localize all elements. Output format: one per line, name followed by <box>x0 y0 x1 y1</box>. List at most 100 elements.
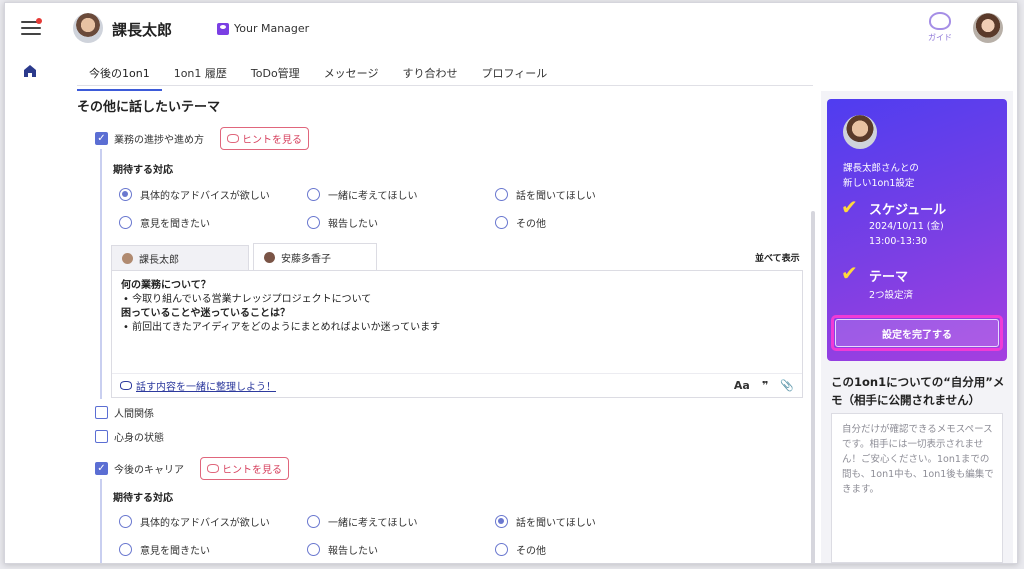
schedule-info: 2024/10/11 (金) 13:00-13:30 <box>869 219 944 249</box>
theme-label: 今後のキャリア <box>114 465 184 476</box>
tab-upcoming-1on1[interactable]: 今後の1on1 <box>77 63 162 91</box>
profile-avatar[interactable] <box>973 13 1003 43</box>
radio-button[interactable] <box>495 216 508 229</box>
theme-status: 2つ設定済 <box>869 290 914 301</box>
radio-button[interactable] <box>495 543 508 556</box>
card-subtitle-line: 課長太郎さんとの <box>843 163 919 174</box>
radio-report[interactable]: 報告したい <box>307 215 378 230</box>
radio-opinion[interactable]: 意見を聞きたい <box>119 215 210 230</box>
radio-label: 一緒に考えてほしい <box>328 191 418 202</box>
radio-label: 意見を聞きたい <box>140 219 210 230</box>
checkbox-career[interactable] <box>95 462 108 475</box>
manager-badge-label: Your Manager <box>234 22 310 35</box>
theme-title: テーマ <box>869 270 909 285</box>
radio-button[interactable] <box>307 188 320 201</box>
organize-link[interactable]: 話す内容を一緒に整理しよう！ <box>120 378 276 393</box>
radio-button[interactable] <box>307 543 320 556</box>
avatar <box>73 13 103 43</box>
radio-button[interactable] <box>119 543 132 556</box>
schedule-date: 2024/10/11 (金) <box>869 221 944 232</box>
pig-icon <box>207 464 219 473</box>
radio-button[interactable] <box>119 216 132 229</box>
radio-button[interactable] <box>119 515 132 528</box>
tab-messages[interactable]: メッセージ <box>312 63 391 91</box>
attachment-icon[interactable]: 📎 <box>780 379 794 392</box>
radio-other[interactable]: その他 <box>495 542 546 557</box>
expected-response-label: 期待する対応 <box>113 493 173 504</box>
note-line: 何の業務について？ <box>121 280 211 291</box>
memo-textarea[interactable]: 自分だけが確認できるメモスペースです。相手には一切表示されません！ご安心ください… <box>831 413 1003 563</box>
radio-advice[interactable]: 具体的なアドバイスが欲しい <box>119 514 270 529</box>
card-subtitle-line: 新しい1on1設定 <box>843 178 915 189</box>
main-content: その他に話したいテーマ 業務の進捗や進め方 ヒントを見る 期待する対応 具体的な… <box>77 91 813 563</box>
checkbox-wellbeing[interactable] <box>95 430 108 443</box>
complete-settings-button[interactable]: 設定を完了する <box>835 319 999 347</box>
radio-advice[interactable]: 具体的なアドバイスが欲しい <box>119 187 270 202</box>
theme-item-work-progress[interactable]: 業務の進捗や進め方 ヒントを見る <box>95 127 309 150</box>
radio-report[interactable]: 報告したい <box>307 542 378 557</box>
check-icon: ✔ <box>841 195 858 219</box>
tab-divider <box>77 85 813 86</box>
schedule-card: 課長太郎さんとの 新しい1on1設定 ✔ スケジュール 2024/10/11 (… <box>827 99 1007 361</box>
tab-1on1-history[interactable]: 1on1 履歴 <box>162 63 239 91</box>
radio-button[interactable] <box>495 188 508 201</box>
note-tab-label: 課長太郎 <box>139 255 179 266</box>
radio-label: 話を聞いてほしい <box>516 518 596 529</box>
home-icon[interactable] <box>22 63 38 79</box>
note-tab-manager[interactable]: 課長太郎 <box>111 245 249 271</box>
radio-label: 報告したい <box>328 219 378 230</box>
check-icon: ✔ <box>841 261 858 285</box>
theme-indent-line <box>100 149 102 399</box>
quote-icon[interactable]: ❞ <box>762 379 768 392</box>
checkbox-relationships[interactable] <box>95 406 108 419</box>
theme-label: 心身の状態 <box>114 433 164 444</box>
side-by-side-toggle[interactable]: 並べて表示 <box>755 251 800 264</box>
main-scrollbar[interactable] <box>811 211 815 563</box>
tab-bar: 今後の1on1 1on1 履歴 ToDo管理 メッセージ すり合わせ プロフィー… <box>77 63 559 91</box>
guide-button[interactable]: ガイド <box>925 12 955 43</box>
schedule-title: スケジュール <box>869 203 947 218</box>
tab-profile[interactable]: プロフィール <box>469 63 559 91</box>
radio-button[interactable] <box>495 515 508 528</box>
radio-label: 具体的なアドバイスが欲しい <box>140 191 270 202</box>
theme-indent-line <box>100 479 102 563</box>
format-icons: Aa ❞ 📎 <box>734 379 794 392</box>
radio-label: 報告したい <box>328 546 378 557</box>
pig-icon <box>120 381 132 390</box>
note-line: • 前回出てきたアイディアをどのようにまとめればよいか迷っています <box>123 322 441 333</box>
app-window: 課長太郎 Your Manager ガイド 今後の1on1 1on1 履歴 To… <box>4 2 1018 564</box>
guide-label: ガイド <box>928 33 952 42</box>
radio-button[interactable] <box>307 216 320 229</box>
note-tab-member[interactable]: 安藤多香子 <box>253 243 377 271</box>
hint-label: ヒントを見る <box>242 135 302 146</box>
theme-item-relationships[interactable]: 人間関係 <box>95 405 154 420</box>
radio-other[interactable]: その他 <box>495 215 546 230</box>
tab-alignment[interactable]: すり合わせ <box>390 63 469 91</box>
radio-think-together[interactable]: 一緒に考えてほしい <box>307 187 418 202</box>
radio-button[interactable] <box>119 188 132 201</box>
note-toolbar: 話す内容を一緒に整理しよう！ Aa ❞ 📎 <box>112 373 802 397</box>
expected-response-label: 期待する対応 <box>113 165 173 176</box>
radio-label: その他 <box>516 219 546 230</box>
text-format-icon[interactable]: Aa <box>734 379 750 392</box>
note-line: • 今取り組んでいる営業ナレッジプロジェクトについて <box>123 294 372 305</box>
theme-item-career[interactable]: 今後のキャリア ヒントを見る <box>95 457 289 480</box>
checkbox-work-progress[interactable] <box>95 132 108 145</box>
avatar <box>264 251 275 263</box>
radio-listen[interactable]: 話を聞いてほしい <box>495 514 596 529</box>
radio-label: 意見を聞きたい <box>140 546 210 557</box>
pig-icon <box>227 134 239 143</box>
hint-button[interactable]: ヒントを見る <box>220 127 309 150</box>
radio-think-together[interactable]: 一緒に考えてほしい <box>307 514 418 529</box>
note-content[interactable]: 何の業務について？ • 今取り組んでいる営業ナレッジプロジェクトについて 困って… <box>121 279 791 335</box>
radio-button[interactable] <box>307 515 320 528</box>
section-title: その他に話したいテーマ <box>77 100 221 115</box>
tab-todo[interactable]: ToDo管理 <box>239 63 312 91</box>
hint-button[interactable]: ヒントを見る <box>200 457 289 480</box>
theme-item-wellbeing[interactable]: 心身の状態 <box>95 429 164 444</box>
radio-listen[interactable]: 話を聞いてほしい <box>495 187 596 202</box>
avatar <box>122 253 133 264</box>
card-subtitle: 課長太郎さんとの 新しい1on1設定 <box>843 161 919 191</box>
radio-opinion[interactable]: 意見を聞きたい <box>119 542 210 557</box>
organize-link-label: 話す内容を一緒に整理しよう！ <box>136 382 276 393</box>
